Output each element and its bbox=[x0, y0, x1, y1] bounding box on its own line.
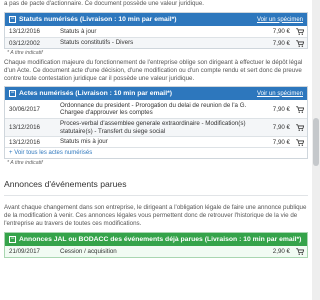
voir-specimen-link[interactable]: Voir un spécimen bbox=[257, 17, 303, 23]
statuts-rows: 13/12/2016 Statuts à jour 7,90 € 03/12/2… bbox=[5, 26, 307, 48]
main-content: a pas de pacte d'actionnaire. Ce documen… bbox=[0, 0, 312, 300]
row-description: Statuts à jour bbox=[60, 27, 97, 35]
cart-icon bbox=[296, 105, 304, 113]
annonces-panel: − Annonces JAL ou BODACC des événements … bbox=[4, 232, 308, 258]
row-date: 21/09/2017 bbox=[9, 248, 40, 255]
row-price: 7,90 € bbox=[272, 138, 290, 146]
add-to-cart-button[interactable] bbox=[293, 105, 307, 113]
actes-intro-text: Chaque modification majeure du fonctionn… bbox=[4, 59, 303, 82]
row-date: 13/12/2016 bbox=[9, 28, 40, 35]
table-row: 03/12/2002 Statuts constitutifs - Divers… bbox=[5, 37, 307, 48]
show-all-actes-link[interactable]: + Voir tous les actes numérisés bbox=[5, 147, 307, 158]
table-row: 13/12/2016 Proces-verbal d'assemblee gen… bbox=[5, 118, 307, 136]
collapse-icon[interactable]: − bbox=[9, 90, 16, 97]
row-date: 03/12/2002 bbox=[9, 39, 40, 47]
table-row: 30/06/2017 Ordonnance du president - Pro… bbox=[5, 100, 307, 118]
cart-icon bbox=[296, 138, 304, 146]
cart-icon bbox=[296, 39, 304, 47]
annonces-panel-header: − Annonces JAL ou BODACC des événements … bbox=[5, 233, 307, 246]
row-description: Statuts constitutifs - Divers bbox=[60, 39, 134, 47]
add-to-cart-button[interactable] bbox=[293, 248, 307, 255]
indicative-note: * A titre indicatif bbox=[7, 50, 43, 56]
actes-panel: − Actes numérisés (Livraison : 10 min pa… bbox=[4, 86, 308, 159]
intro-text-top: a pas de pacte d'actionnaire. Ce documen… bbox=[4, 0, 205, 7]
cart-icon bbox=[296, 248, 304, 255]
annonces-rows: 21/09/2017 Cession / acquisition 2,90 € bbox=[5, 246, 307, 257]
actes-panel-header: − Actes numérisés (Livraison : 10 min pa… bbox=[5, 87, 307, 100]
row-description: Cession / acquisition bbox=[60, 247, 117, 255]
show-all-actes-label: Voir tous les actes numérisés bbox=[14, 150, 93, 156]
scrollbar-thumb[interactable] bbox=[313, 118, 319, 166]
row-price: 2,90 € bbox=[272, 248, 290, 255]
table-row: 13/12/2016 Statuts mis à jour 7,90 € bbox=[5, 136, 307, 147]
add-to-cart-button[interactable] bbox=[293, 28, 307, 35]
cart-icon bbox=[296, 28, 304, 35]
row-date: 13/12/2016 bbox=[9, 124, 40, 131]
row-price: 7,90 € bbox=[272, 39, 290, 47]
row-description: Ordonnance du president - Prorogation du… bbox=[60, 101, 247, 117]
add-to-cart-button[interactable] bbox=[293, 39, 307, 47]
page: a pas de pacte d'actionnaire. Ce documen… bbox=[0, 0, 320, 300]
table-row: 13/12/2016 Statuts à jour 7,90 € bbox=[5, 26, 307, 37]
row-date: 30/06/2017 bbox=[9, 105, 40, 113]
collapse-icon[interactable]: − bbox=[9, 16, 16, 23]
annonces-intro-text: Avant chaque changement dans son entrepr… bbox=[4, 204, 307, 227]
scrollbar[interactable] bbox=[312, 0, 320, 300]
statuts-panel: − Statuts numérisés (Livraison : 10 min … bbox=[4, 12, 308, 49]
cart-icon bbox=[296, 124, 304, 131]
annonces-section-title: Annonces d'événements parues bbox=[4, 167, 308, 196]
add-to-cart-button[interactable] bbox=[293, 138, 307, 146]
row-description: Proces-verbal d'assemblee generale extra… bbox=[60, 120, 246, 135]
table-row: 21/09/2017 Cession / acquisition 2,90 € bbox=[5, 246, 307, 257]
statuts-panel-title: Statuts numérisés (Livraison : 10 min pa… bbox=[19, 16, 177, 23]
row-price: 7,90 € bbox=[272, 105, 290, 113]
annonces-panel-title: Annonces JAL ou BODACC des événements dé… bbox=[19, 236, 302, 243]
row-price: 7,90 € bbox=[272, 28, 290, 35]
add-to-cart-button[interactable] bbox=[293, 124, 307, 131]
statuts-panel-header: − Statuts numérisés (Livraison : 10 min … bbox=[5, 13, 307, 26]
plus-icon: + bbox=[9, 150, 13, 156]
row-price: 7,90 € bbox=[272, 124, 290, 131]
indicative-note: * A titre indicatif bbox=[7, 160, 43, 166]
actes-rows: 30/06/2017 Ordonnance du president - Pro… bbox=[5, 100, 307, 158]
actes-panel-title: Actes numérisés (Livraison : 10 min par … bbox=[19, 90, 172, 97]
collapse-icon[interactable]: − bbox=[9, 236, 16, 243]
voir-specimen-link[interactable]: Voir un spécimen bbox=[257, 91, 303, 97]
row-date: 13/12/2016 bbox=[9, 138, 40, 146]
row-description: Statuts mis à jour bbox=[60, 138, 108, 146]
